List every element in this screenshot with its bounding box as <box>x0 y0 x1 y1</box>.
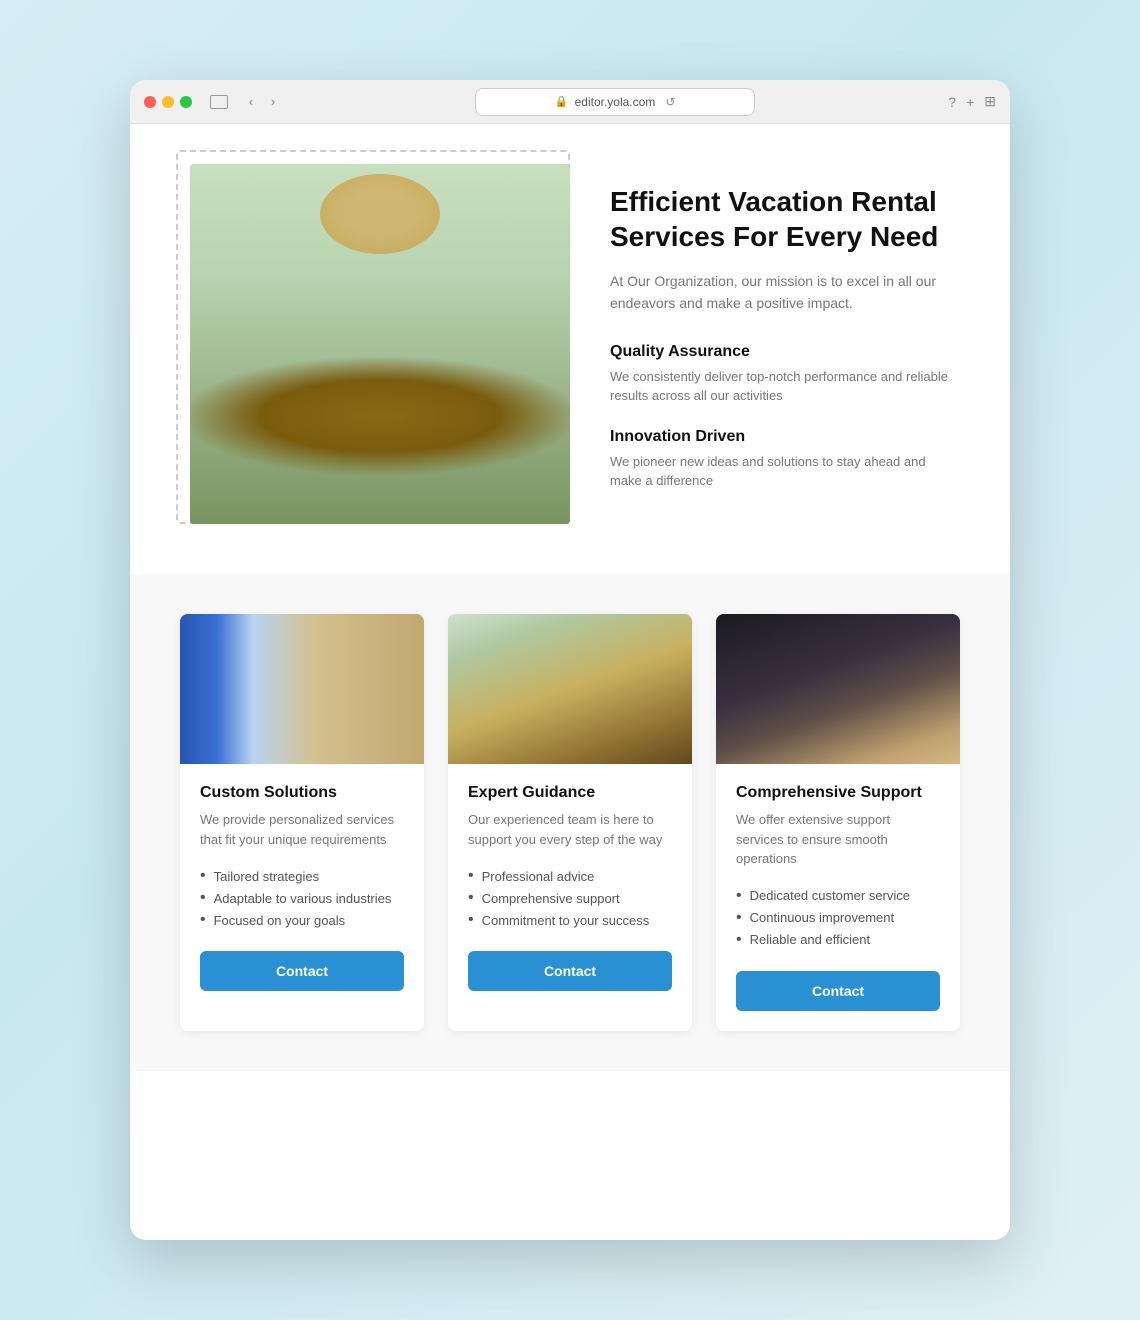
traffic-lights <box>144 96 192 108</box>
card-1-contact-button[interactable]: Contact <box>200 951 404 991</box>
list-item: Professional advice <box>468 865 672 887</box>
add-tab-icon[interactable]: + <box>966 94 974 110</box>
feature-innovation-desc: We pioneer new ideas and solutions to st… <box>610 452 950 491</box>
hero-title: Efficient Vacation Rental Services For E… <box>610 184 950 254</box>
card-3-title: Comprehensive Support <box>736 784 940 802</box>
help-icon[interactable]: ? <box>948 94 956 110</box>
card-3-image <box>716 614 960 764</box>
bottom-spacer <box>130 1071 1010 1121</box>
list-item: Focused on your goals <box>200 909 404 931</box>
list-item: Continuous improvement <box>736 907 940 929</box>
card-3-list: Dedicated customer service Continuous im… <box>736 885 940 951</box>
nav-arrows: ‹ › <box>242 93 282 111</box>
back-button[interactable]: ‹ <box>242 93 260 111</box>
hero-section: Efficient Vacation Rental Services For E… <box>130 124 1010 574</box>
feature-quality-title: Quality Assurance <box>610 343 950 361</box>
card-2-body: Expert Guidance Our experienced team is … <box>448 764 692 1011</box>
card-2-desc: Our experienced team is here to support … <box>468 810 672 849</box>
card-expert-guidance: Expert Guidance Our experienced team is … <box>448 614 692 1031</box>
card-1-desc: We provide personalized services that fi… <box>200 810 404 849</box>
forward-button[interactable]: › <box>264 93 282 111</box>
feature-innovation-title: Innovation Driven <box>610 428 950 446</box>
card-3-body: Comprehensive Support We offer extensive… <box>716 764 960 1031</box>
card-2-list: Professional advice Comprehensive suppor… <box>468 865 672 931</box>
browser-actions: ? + ⊞ <box>948 93 996 110</box>
card-1-image <box>180 614 424 764</box>
reload-icon: ↺ <box>665 95 675 109</box>
hero-text: Efficient Vacation Rental Services For E… <box>610 164 950 513</box>
lock-icon: 🔒 <box>555 95 569 108</box>
list-item: Adaptable to various industries <box>200 887 404 909</box>
list-item: Tailored strategies <box>200 865 404 887</box>
card-3-desc: We offer extensive support services to e… <box>736 810 940 869</box>
close-dot[interactable] <box>144 96 156 108</box>
list-item: Commitment to your success <box>468 909 672 931</box>
feature-innovation: Innovation Driven We pioneer new ideas a… <box>610 428 950 491</box>
card-1-body: Custom Solutions We provide personalized… <box>180 764 424 1011</box>
list-item: Comprehensive support <box>468 887 672 909</box>
card-1-title: Custom Solutions <box>200 784 404 802</box>
card-1-list: Tailored strategies Adaptable to various… <box>200 865 404 931</box>
hero-image-wrapper <box>190 164 570 524</box>
hero-subtitle: At Our Organization, our mission is to e… <box>610 270 950 315</box>
extensions-icon[interactable]: ⊞ <box>984 93 996 110</box>
url-bar[interactable]: 🔒 editor.yola.com ↺ <box>475 88 755 116</box>
url-text: editor.yola.com <box>575 95 656 109</box>
minimize-dot[interactable] <box>162 96 174 108</box>
browser-chrome: ‹ › 🔒 editor.yola.com ↺ ? + ⊞ <box>130 80 1010 124</box>
url-bar-container: 🔒 editor.yola.com ↺ <box>292 88 938 116</box>
card-3-contact-button[interactable]: Contact <box>736 971 940 1011</box>
maximize-dot[interactable] <box>180 96 192 108</box>
cards-grid: Custom Solutions We provide personalized… <box>180 614 960 1031</box>
card-2-image <box>448 614 692 764</box>
card-custom-solutions: Custom Solutions We provide personalized… <box>180 614 424 1031</box>
card-2-title: Expert Guidance <box>468 784 672 802</box>
list-item: Dedicated customer service <box>736 885 940 907</box>
card-2-contact-button[interactable]: Contact <box>468 951 672 991</box>
feature-quality-desc: We consistently deliver top-notch perfor… <box>610 367 950 406</box>
browser-window: ‹ › 🔒 editor.yola.com ↺ ? + ⊞ Efficient … <box>130 80 1010 1240</box>
tab-icon <box>210 95 228 109</box>
cards-section: Custom Solutions We provide personalized… <box>130 574 1010 1071</box>
hero-image <box>190 164 570 524</box>
card-comprehensive-support: Comprehensive Support We offer extensive… <box>716 614 960 1031</box>
feature-quality: Quality Assurance We consistently delive… <box>610 343 950 406</box>
list-item: Reliable and efficient <box>736 929 940 951</box>
page-content: Efficient Vacation Rental Services For E… <box>130 124 1010 1121</box>
